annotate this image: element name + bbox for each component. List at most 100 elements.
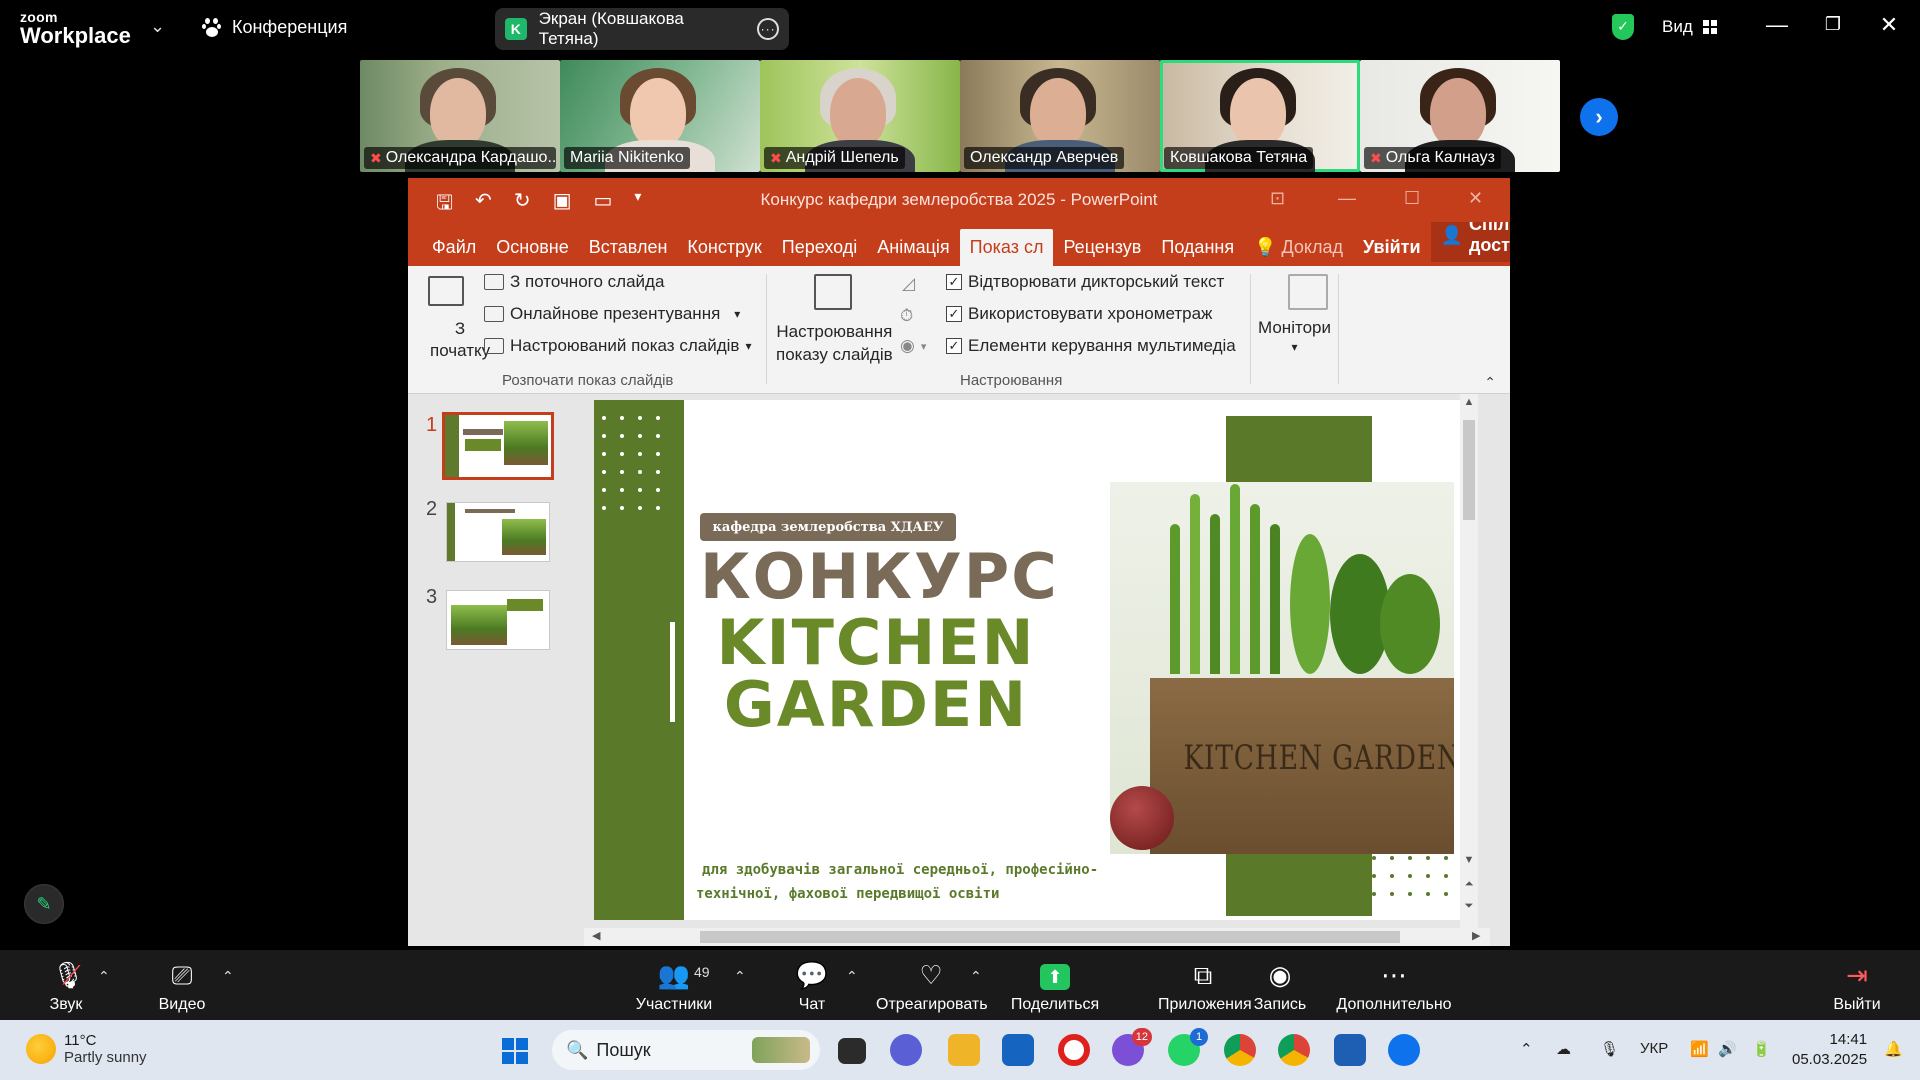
leave-button[interactable]: ⇥ Выйти <box>1832 958 1882 1014</box>
restore-icon[interactable]: ❐ <box>1818 14 1848 35</box>
hide-slide-icon[interactable]: ◿ <box>902 274 915 294</box>
react-button[interactable]: ♡ Отреагировать <box>876 958 988 1014</box>
participant-tile-active-speaker[interactable]: Ковшакова Тетяна <box>1160 60 1360 172</box>
scroll-up-icon[interactable]: ▲ <box>1460 396 1478 408</box>
participant-tile[interactable]: ✖ Ольга Калнауз <box>1360 60 1560 172</box>
setup-slideshow-button[interactable]: Настроювання показу слайдів <box>776 320 893 366</box>
taskbar-clock[interactable]: 14:41 05.03.2025 <box>1792 1030 1867 1070</box>
minimize-icon[interactable]: — <box>1762 12 1792 38</box>
tab-review[interactable]: Рецензув <box>1053 237 1151 266</box>
participant-name: Олександр Аверчев <box>970 149 1119 166</box>
input-language[interactable]: УКР <box>1640 1040 1668 1057</box>
wifi-icon[interactable]: 📶 <box>1690 1040 1709 1058</box>
present-online-button[interactable]: Онлайнове презентування ▾ <box>484 304 740 324</box>
zoom-logo[interactable]: zoom Workplace <box>20 10 131 47</box>
custom-show-button[interactable]: Настроюваний показ слайдів ▾ <box>484 336 751 356</box>
next-participants-button[interactable]: › <box>1580 98 1618 136</box>
previous-slide-icon[interactable]: ⏶ <box>1460 878 1478 891</box>
participant-tile[interactable]: ✖ Олександра Кардашо... <box>360 60 560 172</box>
horizontal-scrollbar[interactable]: ◀ ▶ <box>584 928 1490 946</box>
participant-tile[interactable]: Олександр Аверчев <box>960 60 1160 172</box>
share-screen-button[interactable]: ⬆ Поделиться <box>1010 958 1100 1014</box>
volume-icon[interactable]: 🔊 <box>1718 1040 1737 1058</box>
audio-button[interactable]: 🎙⟋ Звук <box>36 958 96 1014</box>
slide-thumbnail-3[interactable] <box>446 590 550 650</box>
ppt-close-icon[interactable]: ✕ <box>1468 188 1483 209</box>
battery-icon[interactable]: 🔋 <box>1752 1040 1771 1058</box>
video-options-caret-icon[interactable]: ⌃ <box>222 968 234 985</box>
monitors-button[interactable]: Монітори ▾ <box>1258 318 1331 354</box>
slide-thumbnail-1[interactable] <box>442 412 554 480</box>
meet-camera-icon[interactable] <box>890 1034 922 1066</box>
scroll-right-icon[interactable]: ▶ <box>1472 929 1480 942</box>
video-button[interactable]: ⎚ Видео <box>150 958 214 1014</box>
tab-animations[interactable]: Анімація <box>867 237 959 266</box>
screen-share-indicator[interactable]: K Экран (Ковшакова Тетяна) ··· <box>495 8 789 50</box>
record-button[interactable]: ◉ Запись <box>1250 958 1310 1014</box>
task-view-icon[interactable] <box>838 1038 866 1064</box>
participant-tile[interactable]: Mariia Nikitenko <box>560 60 760 172</box>
ribbon-display-icon[interactable]: ⊡ <box>1270 188 1285 209</box>
meeting-menu[interactable]: Конференция <box>202 17 347 38</box>
viber-icon[interactable]: 12 <box>1112 1028 1152 1066</box>
chat-button[interactable]: 💬 Чат <box>792 958 832 1014</box>
media-controls-checkbox[interactable]: ✓ Елементи керування мультимедіа <box>946 336 1236 356</box>
slide-thumbnail-2[interactable] <box>446 502 550 562</box>
rehearse-timings-icon[interactable]: ⏱ <box>900 306 913 326</box>
chat-options-caret-icon[interactable]: ⌃ <box>846 968 858 985</box>
zoom-taskbar-icon[interactable] <box>1388 1034 1420 1066</box>
ppt-maximize-icon[interactable]: ☐ <box>1404 188 1420 209</box>
tab-slideshow[interactable]: Показ сл <box>959 229 1054 266</box>
sign-in-link[interactable]: Увійти <box>1353 237 1431 266</box>
h-scroll-thumb[interactable] <box>700 931 1400 943</box>
collapse-ribbon-icon[interactable]: ⌃ <box>1484 374 1496 391</box>
opera-icon[interactable] <box>1058 1034 1090 1066</box>
scroll-left-icon[interactable]: ◀ <box>592 929 600 942</box>
file-explorer-icon[interactable] <box>948 1034 980 1066</box>
react-options-caret-icon[interactable]: ⌃ <box>970 968 982 985</box>
notifications-bell-icon[interactable]: 🔔 <box>1884 1040 1903 1058</box>
audio-options-caret-icon[interactable]: ⌃ <box>98 968 110 985</box>
tab-insert[interactable]: Вставлен <box>579 237 678 266</box>
weather-widget[interactable]: 11°C Partly sunny <box>26 1032 147 1066</box>
scroll-down-icon[interactable]: ▼ <box>1460 854 1478 866</box>
store-icon[interactable] <box>1002 1034 1034 1066</box>
microphone-icon[interactable]: 🎙 <box>1600 1040 1619 1058</box>
view-button[interactable]: Вид <box>1662 17 1717 37</box>
tab-file[interactable]: Файл <box>422 237 486 266</box>
from-start-button[interactable]: З початку <box>430 318 490 362</box>
current-slide[interactable]: KITCHEN GARDEN кафедра землеробства ХДАЕ… <box>594 400 1474 920</box>
security-shield-icon[interactable]: ✓ <box>1612 14 1634 40</box>
show-hidden-icons-chevron-icon[interactable]: ⌃ <box>1520 1040 1533 1058</box>
more-button[interactable]: ⋯ Дополнительно <box>1336 958 1452 1014</box>
tab-tell-me[interactable]: 💡 Доклад <box>1244 237 1353 266</box>
slide-subtitle: для здобувачів загальної середньої, проф… <box>696 858 1136 906</box>
participants-options-caret-icon[interactable]: ⌃ <box>734 968 746 985</box>
chrome-icon[interactable] <box>1224 1034 1256 1066</box>
tab-home[interactable]: Основне <box>486 237 578 266</box>
scroll-thumb[interactable] <box>1463 420 1475 520</box>
tab-design[interactable]: Конструк <box>677 237 771 266</box>
play-narrations-checkbox[interactable]: ✓ Відтворювати дикторський текст <box>946 272 1224 292</box>
from-current-slide-button[interactable]: З поточного слайда <box>484 272 664 292</box>
word-icon[interactable] <box>1334 1034 1366 1066</box>
chrome-profile-icon[interactable] <box>1278 1034 1310 1066</box>
vertical-scrollbar[interactable]: ▲ ▼ ⏶ ⏷ <box>1460 394 1478 928</box>
close-icon[interactable]: ✕ <box>1874 12 1904 38</box>
more-options-icon[interactable]: ··· <box>757 18 779 40</box>
next-slide-icon[interactable]: ⏷ <box>1460 900 1478 913</box>
annotate-pen-button[interactable]: ✎ <box>24 884 64 924</box>
tab-transitions[interactable]: Переході <box>772 237 868 266</box>
windows-start-icon[interactable] <box>502 1038 528 1064</box>
record-icon[interactable]: ◉ ▾ <box>900 336 926 356</box>
ppt-minimize-icon[interactable]: — <box>1338 188 1356 209</box>
apps-button[interactable]: ⧉ Приложения <box>1158 958 1252 1014</box>
use-timings-checkbox[interactable]: ✓ Використовувати хронометраж <box>946 304 1212 324</box>
onedrive-icon[interactable]: ☁ <box>1556 1040 1571 1058</box>
taskbar-search[interactable]: 🔍 Пошук <box>552 1030 820 1070</box>
chevron-down-icon[interactable]: ⌄ <box>150 16 165 37</box>
tab-view[interactable]: Подання <box>1151 237 1244 266</box>
search-label: Пошук <box>596 1039 651 1060</box>
participant-tile[interactable]: ✖ Андрій Шепель <box>760 60 960 172</box>
whatsapp-icon[interactable]: 1 <box>1168 1028 1208 1066</box>
